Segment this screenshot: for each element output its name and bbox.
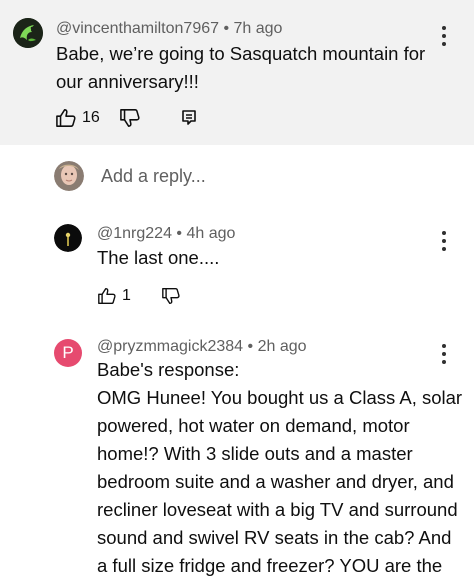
thumbs-down-icon xyxy=(120,109,140,127)
thumbs-down-icon xyxy=(162,287,180,305)
avatar-letter: P xyxy=(62,343,74,362)
reply-text-line: powered, hot water on demand, motor xyxy=(97,415,410,436)
commenter-avatar[interactable] xyxy=(13,18,43,48)
meta-separator: • xyxy=(243,338,258,355)
reply-text-line: OMG Hunee! You bought us a Class A, sola… xyxy=(97,387,463,408)
reply-text: The last one.... xyxy=(97,247,220,268)
reply-text-line: sound and swivel RV seats in the cab? An… xyxy=(97,527,452,548)
meta-separator: • xyxy=(171,225,187,242)
reply-text: Babe's response: OMG Hunee! You bought u… xyxy=(97,356,467,580)
comment-text: Babe, we’re going to Sasquatch mountain … xyxy=(56,43,426,92)
like-button[interactable]: 16 xyxy=(55,108,100,128)
dark-photo-avatar-icon xyxy=(54,224,82,252)
thumbs-up-icon xyxy=(98,287,116,305)
reply-avatar[interactable]: P xyxy=(54,339,82,367)
reply-timestamp[interactable]: 2h ago xyxy=(258,338,307,355)
add-reply-input[interactable]: Add a reply... xyxy=(101,166,206,187)
like-count: 16 xyxy=(82,109,100,126)
reply-text-line: a full size fridge and freezer? YOU are … xyxy=(97,555,443,576)
green-dragon-avatar-icon xyxy=(13,18,43,48)
reply-like-count: 1 xyxy=(122,287,131,304)
reply-button[interactable] xyxy=(181,109,197,126)
reply-timestamp[interactable]: 4h ago xyxy=(186,225,235,242)
user-photo-avatar-icon xyxy=(54,161,84,191)
reply-meta: @pryzmmagick2384 • 2h ago xyxy=(97,338,307,356)
reply-dislike-button[interactable] xyxy=(161,287,181,305)
comment-meta: @vincenthamilton7967 • 7h ago xyxy=(56,20,282,38)
reply-like-button[interactable]: 1 xyxy=(97,287,131,305)
dislike-button[interactable] xyxy=(119,108,141,128)
reply-meta: @1nrg224 • 4h ago xyxy=(97,225,235,243)
reply-handle[interactable]: @1nrg224 xyxy=(97,225,172,242)
meta-separator: • xyxy=(219,20,234,37)
reply-text-line: recliner loveseat with a big TV and surr… xyxy=(97,499,458,520)
comment-handle[interactable]: @vincenthamilton7967 xyxy=(56,20,219,37)
reply-text-line: bedroom suite and a washer and dryer, an… xyxy=(97,471,454,492)
comment-timestamp[interactable]: 7h ago xyxy=(234,20,283,37)
highlighted-comment: @vincenthamilton7967 • 7h ago Babe, we’r… xyxy=(0,0,474,145)
thumbs-up-icon xyxy=(56,109,76,127)
reply-handle[interactable]: @pryzmmagick2384 xyxy=(97,338,243,355)
reply-text-line: home!? With 3 slide outs and a master xyxy=(97,443,413,464)
reply-text-line: Babe's response: xyxy=(97,359,240,380)
reply-avatar[interactable] xyxy=(54,224,82,252)
current-user-avatar xyxy=(54,161,84,191)
reply-comment-icon xyxy=(182,110,196,125)
reply-menu-button[interactable] xyxy=(439,231,449,251)
